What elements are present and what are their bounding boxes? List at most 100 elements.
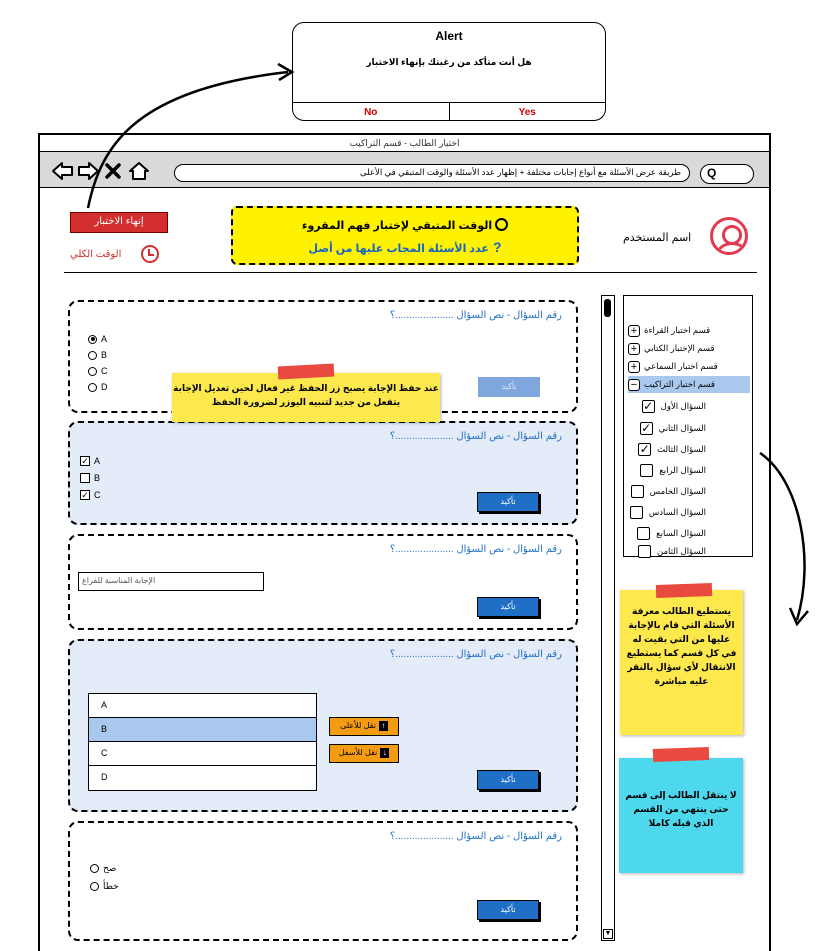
navigation-note: يستطيع الطالب معرفة الأسئلة التي قام بال… (620, 583, 743, 735)
checked-box-icon: ✓ (80, 456, 90, 466)
checked-box-icon: ✓ (641, 399, 655, 413)
confirm-end-alert: Alert هل أنت متأكد من رغبتك بإنهاء الاخت… (292, 22, 606, 121)
arrow-down-icon: ↓ (380, 748, 390, 758)
window-title: اختبار الطالب - قسم التراكيب (349, 138, 460, 148)
list-item[interactable]: D (89, 766, 316, 790)
checked-box-icon: ✓ (80, 490, 90, 500)
unchecked-box-icon (638, 545, 652, 558)
list-item[interactable]: A (89, 694, 316, 718)
unchecked-box-icon (630, 485, 644, 498)
arrow-up-icon: ↑ (378, 721, 388, 731)
search-box[interactable]: Q (700, 164, 754, 184)
alert-title: Alert (435, 29, 463, 43)
confirm-behaviour-note: عند حفظ الإجابة يصبح زر الحفظ غير فعال ل… (172, 363, 440, 422)
checked-box-icon: ✓ (639, 421, 653, 435)
browser-toolbar: طريقة عرض الأسئلة مع أنواع إجابات مختلفة… (40, 151, 769, 188)
question-card-2: رقم السؤال - نص السؤال .................… (68, 421, 578, 525)
confirm-button[interactable]: تأكيد (477, 770, 539, 790)
arrow-panel-to-note-head (788, 607, 809, 627)
clock-icon (141, 245, 159, 263)
confirm-button[interactable]: تأكيد (478, 377, 540, 397)
checked-box-icon: ✓ (638, 442, 652, 456)
plus-box-icon[interactable]: + (628, 360, 640, 373)
question-card-5: رقم السؤال - نص السؤال .................… (68, 821, 578, 941)
section-writing[interactable]: قسم الإختبار الكتابي + (628, 340, 750, 357)
section-question-8[interactable]: السؤال الثامن (638, 545, 706, 558)
unchecked-box-icon (640, 464, 654, 477)
search-icon: Q (707, 166, 717, 180)
plus-box-icon[interactable]: + (628, 324, 640, 337)
tape (277, 363, 335, 380)
home-icon[interactable] (128, 161, 150, 181)
section-question-5[interactable]: السؤال الخامس (630, 485, 706, 498)
question-card-4: رقم السؤال - نص السؤال .................… (68, 639, 578, 812)
radio-icon (90, 882, 99, 891)
radio-option-false[interactable]: خطأ (90, 881, 119, 892)
question-title: رقم السؤال - نص السؤال .................… (389, 431, 562, 442)
confirm-button[interactable]: تأكيد (477, 900, 539, 920)
total-time-label: الوقت الكلي (70, 249, 122, 260)
back-arrow-icon[interactable] (52, 161, 74, 181)
section-question-3[interactable]: السؤال الثالث ✓ (638, 443, 706, 456)
radio-option-c[interactable]: C (88, 366, 108, 376)
confirm-button[interactable]: تأكيد (477, 492, 539, 512)
move-down-button[interactable]: ↓نقل للأسفل (329, 744, 399, 763)
move-up-button[interactable]: ↑نقل للأعلى (329, 717, 399, 736)
section-listening[interactable]: قسم اختبار السماعي + (628, 358, 750, 375)
section-question-4[interactable]: السؤال الرابع (640, 464, 706, 477)
radio-icon (90, 864, 99, 873)
section-question-6[interactable]: السؤال السادس (629, 506, 706, 519)
close-icon[interactable] (102, 161, 124, 181)
radio-option-d[interactable]: D (88, 382, 108, 392)
scroll-thumb[interactable] (604, 299, 611, 317)
radio-option-true[interactable]: صح (90, 863, 116, 874)
forward-arrow-icon[interactable] (77, 161, 99, 181)
list-item-selected[interactable]: B (89, 718, 316, 742)
checkbox-option-a[interactable]: ✓ A (80, 456, 100, 466)
plus-box-icon[interactable]: + (628, 342, 640, 355)
question-title: رقم السؤال - نص السؤال .................… (389, 544, 562, 555)
question-title: رقم السؤال - نص السؤال .................… (389, 831, 562, 842)
address-bar[interactable]: طريقة عرض الأسئلة مع أنواع إجابات مختلفة… (174, 164, 690, 182)
alert-message: هل أنت متأكد من رغبتك بإنهاء الاختبار (366, 57, 532, 67)
alert-yes-button[interactable]: Yes (448, 103, 606, 120)
alert-no-button[interactable]: No (293, 103, 449, 120)
answer-text-field[interactable]: الإجابة المناسبة للفراغ (78, 572, 264, 591)
confirm-button[interactable]: تأكيد (477, 597, 539, 617)
question-title: رقم السؤال - نص السؤال .................… (389, 649, 562, 660)
user-avatar-icon[interactable] (710, 217, 748, 255)
section-question-1[interactable]: السؤال الأول ✓ (641, 399, 706, 413)
section-question-7[interactable]: السؤال السابع (637, 527, 706, 540)
radio-icon (88, 350, 97, 360)
question-mark-icon: ? (492, 239, 502, 255)
tape (655, 583, 713, 598)
ordering-list[interactable]: A B C D (88, 693, 317, 791)
unchecked-box-icon (80, 473, 90, 483)
list-item[interactable]: C (89, 742, 316, 766)
end-exam-button[interactable]: إنهاء الاختبار (70, 212, 168, 233)
radio-icon (88, 382, 97, 392)
tape (652, 747, 710, 762)
radio-option-b[interactable]: B (88, 350, 107, 360)
exam-status-box: الوقت المتبقي لإختبار فهم المقروء ?عدد ا… (231, 206, 579, 265)
arrow-end-to-alert-head (277, 62, 295, 82)
section-reading[interactable]: قسم اختبار القراءة + (628, 322, 750, 339)
header-divider (64, 272, 757, 273)
minus-box-icon[interactable]: − (628, 378, 640, 391)
checkbox-option-b[interactable]: B (80, 473, 100, 483)
section-structures[interactable]: قسم اختبار التراكيب − (628, 376, 750, 393)
unchecked-box-icon (629, 506, 643, 519)
alert-buttons: No Yes (293, 102, 605, 120)
radio-option-a[interactable]: A (88, 334, 107, 344)
question-card-3: رقم السؤال - نص السؤال .................… (68, 534, 578, 630)
scroll-down-icon[interactable]: ▼ (603, 929, 613, 939)
scrollbar[interactable]: ▼ (601, 295, 615, 941)
remaining-time-text: الوقت المتبقي لإختبار فهم المقروء (233, 218, 577, 232)
question-title: رقم السؤال - نص السؤال .................… (389, 310, 562, 321)
radio-icon (88, 334, 97, 344)
sections-panel: قسم اختبار القراءة + قسم الإختبار الكتابي… (623, 295, 753, 558)
unchecked-box-icon (637, 527, 651, 540)
section-order-note: لا ينتقل الطالب إلى قسم حتى ينتهي من الق… (619, 747, 743, 873)
section-question-2[interactable]: السؤال الثاني ✓ (639, 421, 706, 435)
checkbox-option-c[interactable]: ✓ C (80, 490, 101, 500)
